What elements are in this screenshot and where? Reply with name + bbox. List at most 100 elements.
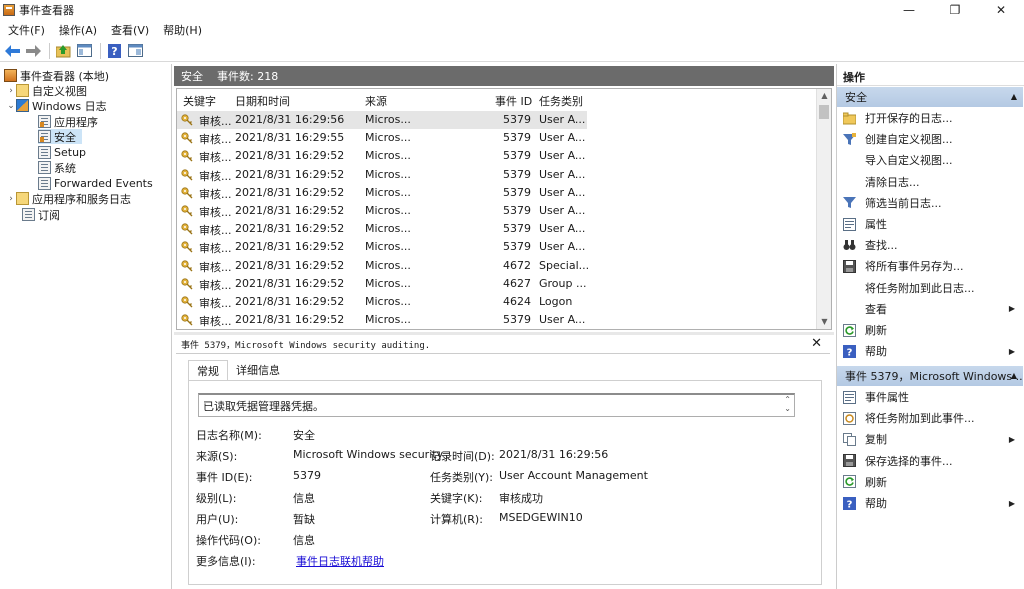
tree-item-custom-views[interactable]: › 自定义视图 [6, 83, 87, 98]
action-items1-7[interactable]: 将所有事件另存为... [837, 256, 1023, 276]
tree-item-subscriptions[interactable]: 订阅 [22, 207, 60, 222]
tree-item-app-services-logs[interactable]: › 应用程序和服务日志 [6, 191, 131, 206]
menu-file[interactable]: 文件(F) [0, 22, 51, 38]
help-icon[interactable]: ? [105, 42, 123, 60]
cell-event-id: 4624 [503, 295, 531, 308]
cell-event-id: 5379 [503, 313, 531, 327]
table-row[interactable]: 审核... 2021/8/31 16:29:52 Micros... 5379 User… [177, 166, 587, 184]
menu-help[interactable]: 帮助(H) [155, 22, 208, 38]
event-log-online-help-link[interactable]: 事件日志联机帮助 [296, 553, 384, 569]
column-header-datetime[interactable]: 日期和时间 [235, 93, 290, 109]
action-items1-9[interactable]: 查看 ▶ [837, 299, 1023, 319]
action-items1-11[interactable]: ? 帮助 ▶ [837, 341, 1023, 361]
cell-event-id: 5379 [503, 113, 531, 126]
folder-up-icon[interactable] [54, 42, 72, 60]
table-row[interactable]: 审核... 2021/8/31 16:29:52 Micros... 5379 User… [177, 147, 587, 165]
table-row[interactable]: 审核... 2021/8/31 16:29:52 Micros... 5379 User… [177, 202, 587, 220]
collapse-up-icon[interactable]: ▲ [1011, 371, 1017, 380]
cell-keyword: 审核... [199, 187, 232, 201]
chevron-right-icon[interactable]: › [6, 194, 16, 204]
menu-bar: 文件(F) 操作(A) 查看(V) 帮助(H) [0, 21, 1024, 39]
actions-section-event[interactable]: 事件 5379，Microsoft Windows ... ▲ [837, 366, 1023, 386]
pane-splitter[interactable] [174, 332, 834, 335]
event-list-scrollbar[interactable]: ▲ ▼ [816, 89, 831, 329]
action-items1-5[interactable]: 属性 [837, 214, 1023, 234]
label-user: 用户(U): [196, 513, 239, 526]
tree-item-windows-logs[interactable]: ⌄ Windows 日志 [6, 98, 107, 113]
subscription-icon [22, 208, 35, 221]
action-items2-5[interactable]: ? 帮助 ▶ [837, 493, 1023, 513]
filter-icon [843, 197, 856, 209]
action-items1-1[interactable]: 创建自定义视图... [837, 129, 1023, 149]
minimize-button[interactable]: — [886, 0, 932, 20]
column-header-task-category[interactable]: 任务类别 [539, 93, 583, 109]
scrollbar-thumb[interactable] [819, 105, 829, 119]
table-row[interactable]: 审核... 2021/8/31 16:29:56 Micros... 5379 User… [177, 111, 587, 129]
windows-logs-icon [16, 99, 29, 112]
console-view-icon[interactable] [75, 42, 93, 60]
maximize-button[interactable]: ❐ [932, 0, 978, 20]
table-row[interactable]: 审核... 2021/8/31 16:29:52 Micros... 5379 User… [177, 220, 587, 238]
properties-view-icon[interactable] [126, 42, 144, 60]
table-row[interactable]: 审核... 2021/8/31 16:29:52 Micros... 4627 Grou… [177, 275, 587, 293]
action-items1-4[interactable]: 筛选当前日志... [837, 193, 1023, 213]
action-items1-10[interactable]: 刷新 [837, 320, 1023, 340]
column-header-source[interactable]: 来源 [365, 93, 387, 109]
action-items2-2[interactable]: 复制 ▶ [837, 429, 1023, 449]
chevron-right-icon[interactable]: › [6, 86, 16, 96]
table-row[interactable]: 审核... 2021/8/31 16:29:52 Micros... 4672 Spec… [177, 257, 589, 275]
event-list[interactable]: 关键字 日期和时间 来源 事件 ID 任务类别 审核... 2021/8/31 1… [176, 88, 832, 330]
action-label: 导入自定义视图... [865, 154, 953, 168]
menu-view[interactable]: 查看(V) [103, 22, 155, 38]
action-items1-2[interactable]: 导入自定义视图... [837, 150, 1023, 170]
action-items1-3[interactable]: 清除日志... [837, 172, 1023, 192]
key-icon [181, 223, 193, 235]
column-header-keyword[interactable]: 关键字 [183, 93, 216, 109]
cell-task-category: User A... [539, 204, 586, 217]
cell-datetime: 2021/8/31 16:29:52 [235, 240, 345, 254]
key-icon [181, 241, 193, 253]
table-row[interactable]: 审核... 2021/8/31 16:29:52 Micros... 4624 Logo… [177, 293, 587, 311]
tree-item-root[interactable]: 事件查看器 (本地) [4, 68, 109, 83]
action-label: 保存选择的事件... [865, 454, 953, 468]
table-row[interactable]: 审核... 2021/8/31 16:29:52 Micros... 5379 User… [177, 238, 587, 256]
tree-item-security[interactable]: 安全 [38, 129, 82, 144]
tree-item-system[interactable]: 系统 [38, 160, 76, 175]
close-button[interactable]: ✕ [978, 0, 1024, 20]
column-header-event-id[interactable]: 事件 ID [495, 93, 532, 109]
description-scroll-icon[interactable]: ⌃ ⌄ [784, 395, 791, 413]
scroll-up-icon[interactable]: ▲ [817, 89, 831, 103]
tab-general[interactable]: 常规 [188, 360, 228, 380]
action-items1-8[interactable]: 将任务附加到此日志... [837, 278, 1023, 298]
scroll-down-icon[interactable]: ▼ [817, 315, 831, 329]
log-icon [38, 177, 51, 190]
menu-action[interactable]: 操作(A) [51, 22, 103, 38]
tree-item-setup[interactable]: Setup [38, 145, 86, 160]
actions-section-security[interactable]: 安全 ▲ [837, 87, 1023, 107]
action-items2-1[interactable]: 将任务附加到此事件... [837, 408, 1023, 428]
cell-keyword: 审核... [199, 315, 232, 329]
collapse-up-icon[interactable]: ▲ [1011, 92, 1017, 101]
chevron-down-icon[interactable]: ⌄ [6, 101, 16, 111]
window-controls: — ❐ ✕ [886, 0, 1024, 20]
label-computer: 计算机(R): [430, 513, 483, 526]
cell-datetime: 2021/8/31 16:29:52 [235, 167, 345, 181]
tree-item-application[interactable]: 应用程序 [38, 114, 98, 129]
event-description[interactable]: 已读取凭据管理器凭据。 ⌃ ⌄ [198, 393, 795, 417]
table-row[interactable]: 审核... 2021/8/31 16:29:52 Micros... 5379 User… [177, 311, 587, 329]
action-items1-0[interactable]: 打开保存的日志... [837, 108, 1023, 128]
action-items1-6[interactable]: 查找... [837, 235, 1023, 255]
tree-item-forwarded-events[interactable]: Forwarded Events [38, 176, 153, 191]
action-label: 清除日志... [865, 175, 920, 189]
detail-close-icon[interactable]: ✕ [811, 336, 822, 351]
action-items2-4[interactable]: 刷新 [837, 472, 1023, 492]
action-items2-0[interactable]: 事件属性 [837, 387, 1023, 407]
table-row[interactable]: 审核... 2021/8/31 16:29:55 Micros... 5379 User… [177, 129, 587, 147]
back-icon[interactable] [3, 42, 21, 60]
forward-icon[interactable] [24, 42, 42, 60]
table-row[interactable]: 审核... 2021/8/31 16:29:52 Micros... 5379 User… [177, 184, 587, 202]
tab-details[interactable]: 详细信息 [228, 360, 288, 380]
label-source: 来源(S): [196, 450, 238, 463]
action-items2-3[interactable]: 保存选择的事件... [837, 451, 1023, 471]
cell-datetime: 2021/8/31 16:29:52 [235, 313, 345, 327]
